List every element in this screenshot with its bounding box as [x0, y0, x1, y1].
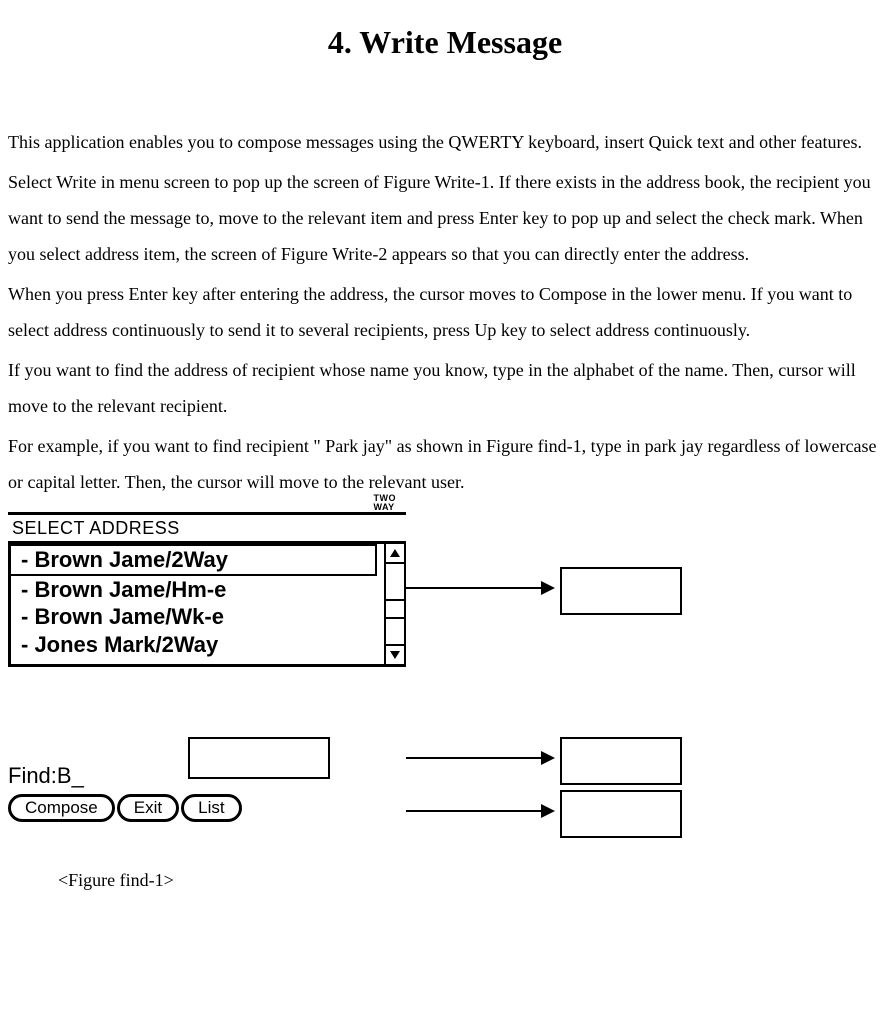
page-title: 4. Write Message — [8, 10, 882, 74]
triangle-up-icon — [390, 549, 400, 557]
arrow-line-3 — [406, 810, 541, 812]
list-button[interactable]: List — [181, 794, 241, 822]
address-item[interactable]: - Jones Mark/2Way — [11, 631, 379, 659]
scroll-up-button[interactable] — [386, 544, 404, 564]
find-row: Find: B_ — [8, 762, 406, 790]
screen-header-label: SELECT ADDRESS — [8, 510, 180, 546]
arrow-line-1 — [406, 587, 541, 589]
two-way-indicator: TWO WAY — [374, 494, 397, 512]
figure-area: TWO WAY SELECT ADDRESS - Brown Jame/2Way… — [8, 512, 882, 862]
arrow-head-icon — [541, 581, 555, 595]
figure-caption: <Figure find-1> — [58, 862, 882, 898]
button-row: Compose Exit List — [8, 794, 406, 822]
scroll-down-button[interactable] — [386, 644, 404, 664]
device-screenshot: TWO WAY SELECT ADDRESS - Brown Jame/2Way… — [8, 512, 406, 822]
body-paragraph-1: This application enables you to compose … — [8, 124, 882, 160]
body-paragraph-5: For example, if you want to find recipie… — [8, 428, 882, 500]
arrow-head-icon — [541, 751, 555, 765]
find-input[interactable]: B_ — [57, 754, 84, 798]
scrollbar[interactable] — [384, 544, 406, 664]
callout-box-2 — [560, 737, 682, 785]
arrow-line-2 — [406, 757, 541, 759]
compose-button[interactable]: Compose — [8, 794, 115, 822]
body-paragraph-3: When you press Enter key after entering … — [8, 276, 882, 348]
callout-box-1 — [560, 567, 682, 615]
body-paragraph-4: If you want to find the address of recip… — [8, 352, 882, 424]
arrow-head-icon — [541, 804, 555, 818]
find-label: Find: — [8, 754, 57, 798]
address-list: - Brown Jame/2Way - Brown Jame/Hm-e - Br… — [8, 544, 406, 667]
callout-box-3 — [560, 790, 682, 838]
body-paragraph-2: Select Write in menu screen to pop up th… — [8, 164, 882, 272]
address-item[interactable]: - Brown Jame/Wk-e — [11, 603, 379, 631]
exit-button[interactable]: Exit — [117, 794, 179, 822]
scroll-thumb[interactable] — [386, 599, 404, 619]
address-list-items: - Brown Jame/2Way - Brown Jame/Hm-e - Br… — [11, 544, 379, 658]
address-item[interactable]: - Brown Jame/Hm-e — [11, 576, 379, 604]
address-item[interactable]: - Brown Jame/2Way — [11, 544, 377, 576]
triangle-down-icon — [390, 651, 400, 659]
screen-header: SELECT ADDRESS — [8, 512, 406, 544]
